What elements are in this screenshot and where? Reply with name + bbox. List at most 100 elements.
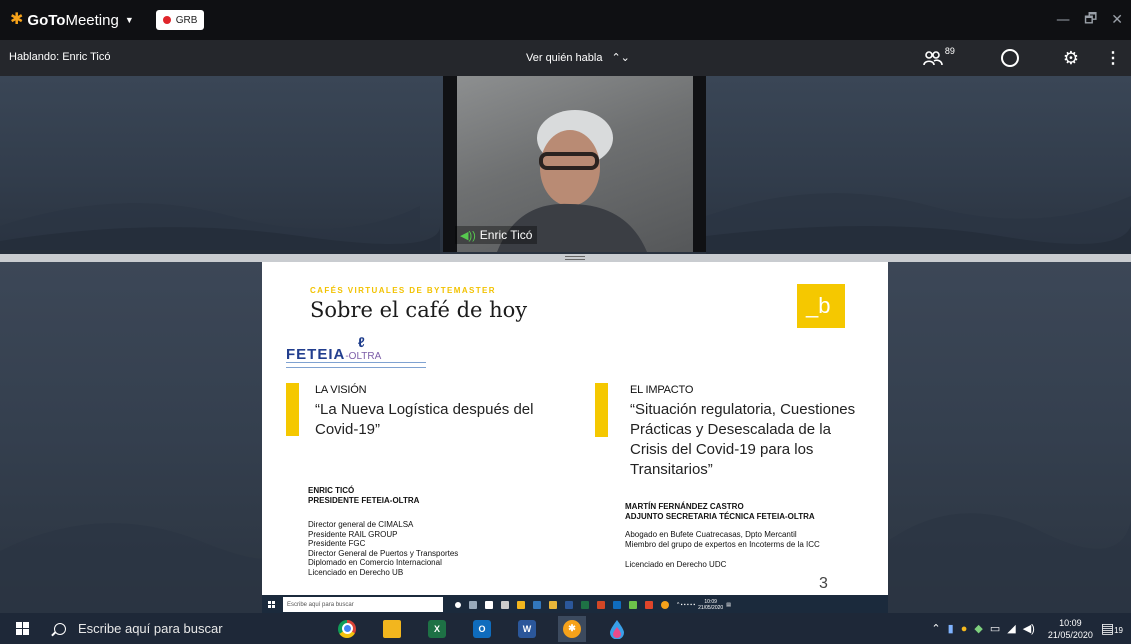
more-options-icon[interactable]: ⋮ xyxy=(1105,48,1121,68)
speaker-2-name: MARTÍN FERNÁNDEZ CASTRO xyxy=(625,502,744,511)
webcam-area: ◀)) Enric Ticó xyxy=(0,76,1131,254)
meeting-toolbar: Hablando: Enric Ticó Ver quién habla ⌃⌄ … xyxy=(0,40,1131,76)
slide-title: Sobre el café de hoy xyxy=(310,298,528,322)
shared-word-icon xyxy=(565,600,573,609)
view-mode-select[interactable]: Ver quién habla ⌃⌄ xyxy=(526,51,630,65)
speaker-video-tile[interactable]: ◀)) Enric Ticó xyxy=(443,76,706,252)
presentation-slide: CAFÉS VIRTUALES DE BYTEMASTER Sobre el c… xyxy=(262,262,888,613)
record-dot-icon xyxy=(162,16,171,24)
app-tray-icon[interactable]: ● xyxy=(961,623,968,635)
shared-app-icon xyxy=(645,600,653,609)
view-mode-label: Ver quién habla xyxy=(526,51,603,64)
yellow-accent-bar xyxy=(595,383,608,437)
slide-page-number: 3 xyxy=(819,575,828,592)
feteia-logo-text: FETEIA xyxy=(286,346,346,363)
bio-line: Director general de CIMALSA xyxy=(308,520,414,529)
updown-chevron-icon: ⌃⌄ xyxy=(611,52,630,64)
recording-badge[interactable]: GRB xyxy=(155,10,205,30)
start-button[interactable] xyxy=(0,613,44,644)
speaker-1-role: PRESIDENTE FETEIA-OLTRA xyxy=(308,496,420,505)
slide-kicker: CAFÉS VIRTUALES DE BYTEMASTER xyxy=(310,286,496,295)
notification-count: 19 xyxy=(1114,626,1123,635)
drop-icon xyxy=(610,619,624,639)
title-bar: ✱ GoTo Meeting ▼ GRB — 🗗 ✕ xyxy=(0,0,1131,40)
shared-cortana-icon xyxy=(455,601,461,608)
speaker-name-tag: ◀)) Enric Ticó xyxy=(455,226,538,244)
app-name-light: Meeting xyxy=(65,11,119,29)
speaker-2-degree: Licenciado en Derecho UDC xyxy=(625,560,727,569)
shared-outlook-icon xyxy=(613,600,621,609)
speaking-indicator: Hablando: Enric Ticó xyxy=(9,51,111,63)
yellow-accent-bar xyxy=(286,383,299,436)
shared-notification-icon: ▤ xyxy=(726,601,731,608)
shared-clock-date: 21/05/2020 xyxy=(698,604,724,611)
outlook-button[interactable]: O xyxy=(468,616,496,642)
outlook-icon: O xyxy=(473,619,491,638)
screen-share-area: CAFÉS VIRTUALES DE BYTEMASTER Sobre el c… xyxy=(0,262,1131,613)
speaker-2-bio: Abogado en Bufete Cuatrecasas, Dpto Merc… xyxy=(625,530,820,549)
gear-icon[interactable]: ⚙ xyxy=(1063,48,1079,69)
windows-taskbar: Escribe aquí para buscar X O W ✱ ⌃ ▮ ● ◆… xyxy=(0,613,1131,644)
taskbar-clock[interactable]: 10:09 21/05/2020 xyxy=(1048,617,1093,641)
feteia-logo-underline xyxy=(286,362,426,368)
feteia-logo-suffix: -OLTRA xyxy=(345,351,382,362)
shared-folder-icon xyxy=(517,600,525,609)
shared-edge-icon xyxy=(533,600,541,609)
shared-calculator-icon xyxy=(501,600,509,609)
battery-icon[interactable]: ▭ xyxy=(990,622,1000,635)
impact-heading: EL IMPACTO xyxy=(630,384,694,396)
drop-app-button[interactable] xyxy=(603,616,631,642)
shared-start-icon xyxy=(268,601,275,608)
close-button[interactable]: ✕ xyxy=(1111,12,1123,28)
excel-button[interactable]: X xyxy=(423,616,451,642)
bio-line: Licenciado en Derecho UB xyxy=(308,567,404,577)
gotomeeting-window: ✱ GoTo Meeting ▼ GRB — 🗗 ✕ Hablando: Enr… xyxy=(0,0,1131,644)
window-controls: — 🗗 ✕ xyxy=(1056,0,1123,40)
taskbar-search-placeholder: Escribe aquí para buscar xyxy=(78,621,223,636)
chat-icon[interactable] xyxy=(1000,49,1019,67)
bytemaster-logo: _b xyxy=(797,284,845,328)
word-icon: W xyxy=(518,619,536,638)
speaker-2-role: ADJUNTO SECRETARIA TÉCNICA FETEIA-OLTRA xyxy=(625,512,815,521)
shared-screen-taskbar: Escribe aquí para buscar ^ ▪ ▪ ▪ ▪ ▪ 10:… xyxy=(262,595,888,613)
chrome-app-button[interactable] xyxy=(333,616,361,642)
folder-icon xyxy=(383,619,401,638)
speaker-audio-icon: ◀)) xyxy=(460,229,476,242)
notification-center-button[interactable]: ▤19 xyxy=(1101,620,1123,637)
attendees-button[interactable]: 89 xyxy=(923,46,955,66)
show-hidden-icons-chevron-icon[interactable]: ⌃ xyxy=(931,622,940,635)
wifi-icon[interactable]: ◢ xyxy=(1007,622,1015,635)
security-tray-icon[interactable]: ◆ xyxy=(974,622,982,635)
shared-settings-icon xyxy=(485,600,493,609)
gotomeeting-button[interactable]: ✱ xyxy=(558,615,586,642)
shared-tray-icons: ^ ▪ ▪ ▪ ▪ ▪ xyxy=(677,601,696,608)
shared-app-icon xyxy=(629,600,637,609)
shared-gotomeeting-icon xyxy=(661,600,669,609)
resize-handle-icon[interactable] xyxy=(565,256,585,260)
usb-icon[interactable]: ▮ xyxy=(948,622,954,635)
system-tray: ⌃ ▮ ● ◆ ▭ ◢ ◀) 10:09 21/05/2020 ▤19 xyxy=(931,613,1131,644)
chrome-icon xyxy=(338,619,356,638)
restore-button[interactable]: 🗗 xyxy=(1084,8,1097,32)
excel-icon: X xyxy=(428,619,446,638)
shared-taskbar-icons xyxy=(455,600,669,609)
shared-search-box: Escribe aquí para buscar xyxy=(283,597,443,612)
minimize-button[interactable]: — xyxy=(1056,12,1070,28)
pane-divider[interactable] xyxy=(0,254,1131,262)
speaker-2-credentials: MARTÍN FERNÁNDEZ CASTRO ADJUNTO SECRETAR… xyxy=(625,502,815,522)
chevron-down-icon: ▼ xyxy=(124,15,134,25)
clock-date: 21/05/2020 xyxy=(1047,629,1093,640)
clock-time: 10:09 xyxy=(1059,617,1082,628)
taskbar-search-box[interactable]: Escribe aquí para buscar xyxy=(44,613,278,644)
bio-line: Presidente RAIL GROUP xyxy=(308,529,398,539)
file-explorer-button[interactable] xyxy=(378,616,406,642)
bio-line: Miembro del grupo de expertos en Incoter… xyxy=(625,539,820,549)
app-menu-button[interactable]: ✱ GoTo Meeting ▼ xyxy=(10,12,134,29)
volume-icon[interactable]: ◀) xyxy=(1023,622,1035,635)
taskbar-apps: X O W ✱ xyxy=(333,615,631,642)
shared-system-tray: ^ ▪ ▪ ▪ ▪ ▪ 10:09 21/05/2020 ▤ xyxy=(677,599,731,611)
gotomeeting-icon: ✱ xyxy=(563,619,581,638)
search-icon xyxy=(54,622,66,635)
word-button[interactable]: W xyxy=(513,616,541,642)
shared-excel-icon xyxy=(581,600,589,609)
